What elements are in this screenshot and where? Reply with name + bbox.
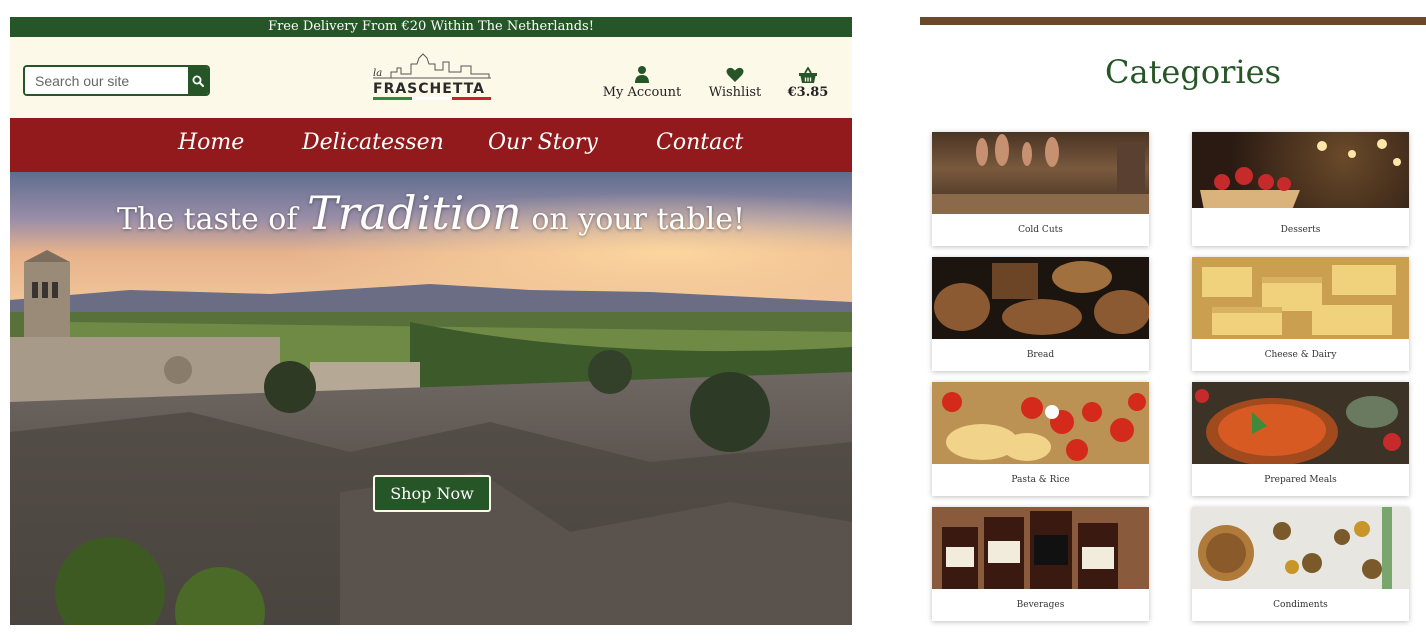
category-card-prepared-meals[interactable]: Prepared Meals	[1192, 382, 1409, 496]
shop-now-button[interactable]: Shop Now	[373, 475, 491, 512]
category-card-desserts[interactable]: Desserts	[1192, 132, 1409, 246]
nav-contact[interactable]: Contact	[656, 130, 743, 155]
site-header: la FRASCHETTA My Account Wishlist	[10, 37, 852, 118]
search-input[interactable]	[25, 67, 188, 94]
beverages-image	[932, 507, 1149, 589]
hero-title: The taste of Tradition on your table!	[10, 186, 852, 240]
search-button[interactable]	[188, 67, 208, 94]
category-card-condiments[interactable]: Condiments	[1192, 507, 1409, 621]
site-logo[interactable]: la FRASCHETTA	[371, 52, 493, 104]
hero-banner: The taste of Tradition on your table! Sh…	[10, 172, 852, 625]
category-label: Condiments	[1273, 600, 1328, 610]
condiments-image	[1192, 507, 1409, 589]
prepared-meals-image	[1192, 382, 1409, 464]
delivery-banner-text: Free Delivery From €20 Within The Nether…	[268, 19, 594, 34]
desserts-image	[1192, 132, 1409, 214]
search-icon	[192, 75, 204, 87]
logo-small-text: la	[373, 68, 383, 79]
categories-screenshot: Categories Cold Cuts Desserts Bread Chee…	[920, 0, 1426, 644]
wishlist-link[interactable]: Wishlist	[705, 63, 765, 100]
cheese-dairy-image	[1192, 257, 1409, 339]
delivery-banner: Free Delivery From €20 Within The Nether…	[10, 17, 852, 37]
hero-title-after: on your table!	[531, 202, 746, 237]
category-card-cheese-dairy[interactable]: Cheese & Dairy	[1192, 257, 1409, 371]
category-label: Prepared Meals	[1264, 475, 1337, 485]
logo-wordmark: FRASCHETTA	[373, 81, 485, 97]
hero-title-before: The taste of	[116, 202, 298, 237]
my-account-link[interactable]: My Account	[602, 63, 682, 100]
category-card-pasta-rice[interactable]: Pasta & Rice	[932, 382, 1149, 496]
basket-link[interactable]: €3.85	[786, 63, 830, 100]
category-label: Pasta & Rice	[1011, 475, 1070, 485]
logo-flag-stripe	[373, 97, 491, 100]
category-card-beverages[interactable]: Beverages	[932, 507, 1149, 621]
wishlist-label: Wishlist	[708, 85, 762, 100]
basket-total: €3.85	[787, 85, 829, 100]
logo-skyline-icon	[373, 53, 491, 79]
nav-our-story[interactable]: Our Story	[488, 130, 598, 155]
basket-icon	[799, 67, 817, 83]
category-label: Desserts	[1280, 225, 1321, 235]
main-nav: Home Delicatessen Our Story Contact	[10, 118, 852, 172]
hero-title-script: Tradition	[307, 186, 522, 240]
category-label: Bread	[1026, 350, 1055, 360]
category-label: Cold Cuts	[1018, 225, 1063, 235]
search-form	[23, 65, 210, 96]
categories-title: Categories	[1105, 53, 1281, 91]
user-icon	[635, 66, 649, 83]
my-account-label: My Account	[602, 85, 682, 100]
heart-icon	[726, 67, 744, 82]
nav-home[interactable]: Home	[178, 130, 244, 155]
category-label: Cheese & Dairy	[1264, 350, 1337, 360]
category-card-bread[interactable]: Bread	[932, 257, 1149, 371]
nav-delicatessen[interactable]: Delicatessen	[302, 130, 444, 155]
category-label: Beverages	[1016, 600, 1065, 610]
cold-cuts-image	[932, 132, 1149, 214]
pasta-rice-image	[932, 382, 1149, 464]
bread-image	[932, 257, 1149, 339]
header-image-strip	[920, 17, 1426, 25]
category-card-cold-cuts[interactable]: Cold Cuts	[932, 132, 1149, 246]
homepage-screenshot: Free Delivery From €20 Within The Nether…	[10, 17, 852, 625]
